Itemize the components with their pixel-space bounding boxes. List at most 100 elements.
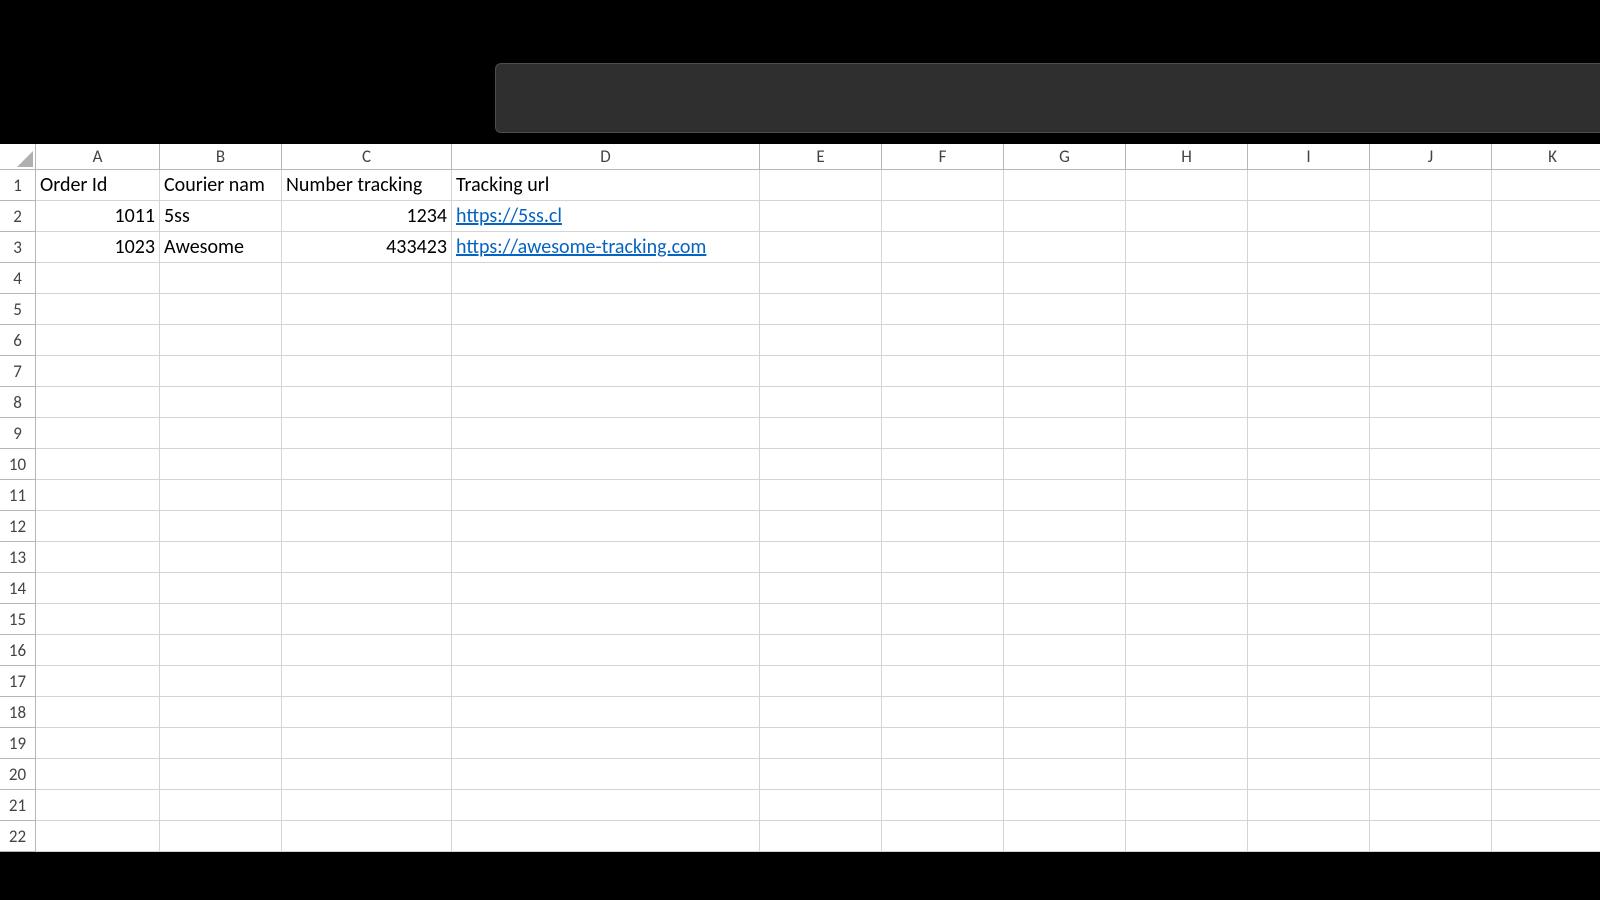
cell-A4[interactable] (36, 263, 160, 294)
cell-G16[interactable] (1004, 635, 1126, 666)
cell-D7[interactable] (452, 356, 760, 387)
cell-H19[interactable] (1126, 728, 1248, 759)
cell-A15[interactable] (36, 604, 160, 635)
cell-K12[interactable] (1492, 511, 1600, 542)
row-header-21[interactable]: 21 (0, 790, 36, 821)
cell-K21[interactable] (1492, 790, 1600, 821)
cell-J18[interactable] (1370, 697, 1492, 728)
cell-C10[interactable] (282, 449, 452, 480)
cell-H11[interactable] (1126, 480, 1248, 511)
cell-J11[interactable] (1370, 480, 1492, 511)
cell-J15[interactable] (1370, 604, 1492, 635)
cell-H10[interactable] (1126, 449, 1248, 480)
cell-F21[interactable] (882, 790, 1004, 821)
cell-I20[interactable] (1248, 759, 1370, 790)
row-header-18[interactable]: 18 (0, 697, 36, 728)
cell-G15[interactable] (1004, 604, 1126, 635)
cell-E4[interactable] (760, 263, 882, 294)
row-header-22[interactable]: 22 (0, 821, 36, 852)
cell-K14[interactable] (1492, 573, 1600, 604)
cell-F22[interactable] (882, 821, 1004, 852)
row-header-16[interactable]: 16 (0, 635, 36, 666)
cell-C4[interactable] (282, 263, 452, 294)
cell-E13[interactable] (760, 542, 882, 573)
cell-K16[interactable] (1492, 635, 1600, 666)
cell-E12[interactable] (760, 511, 882, 542)
cell-I1[interactable] (1248, 170, 1370, 201)
row-header-15[interactable]: 15 (0, 604, 36, 635)
col-header-G[interactable]: G (1004, 144, 1126, 170)
cell-J8[interactable] (1370, 387, 1492, 418)
cell-I14[interactable] (1248, 573, 1370, 604)
cell-H8[interactable] (1126, 387, 1248, 418)
cell-C20[interactable] (282, 759, 452, 790)
cell-C8[interactable] (282, 387, 452, 418)
col-header-A[interactable]: A (36, 144, 160, 170)
cell-K19[interactable] (1492, 728, 1600, 759)
row-header-10[interactable]: 10 (0, 449, 36, 480)
cell-H17[interactable] (1126, 666, 1248, 697)
cell-I22[interactable] (1248, 821, 1370, 852)
cell-F10[interactable] (882, 449, 1004, 480)
cell-F4[interactable] (882, 263, 1004, 294)
col-header-I[interactable]: I (1248, 144, 1370, 170)
cell-C11[interactable] (282, 480, 452, 511)
cell-I7[interactable] (1248, 356, 1370, 387)
cell-H4[interactable] (1126, 263, 1248, 294)
col-header-C[interactable]: C (282, 144, 452, 170)
cell-C9[interactable] (282, 418, 452, 449)
row-header-8[interactable]: 8 (0, 387, 36, 418)
cell-I12[interactable] (1248, 511, 1370, 542)
cell-G9[interactable] (1004, 418, 1126, 449)
cell-A16[interactable] (36, 635, 160, 666)
cell-H13[interactable] (1126, 542, 1248, 573)
cell-I4[interactable] (1248, 263, 1370, 294)
row-header-3[interactable]: 3 (0, 232, 36, 263)
cell-D10[interactable] (452, 449, 760, 480)
cell-C22[interactable] (282, 821, 452, 852)
cell-I6[interactable] (1248, 325, 1370, 356)
cell-F17[interactable] (882, 666, 1004, 697)
cell-F14[interactable] (882, 573, 1004, 604)
cell-G6[interactable] (1004, 325, 1126, 356)
cell-K20[interactable] (1492, 759, 1600, 790)
col-header-F[interactable]: F (882, 144, 1004, 170)
cell-A11[interactable] (36, 480, 160, 511)
cell-D4[interactable] (452, 263, 760, 294)
cell-C18[interactable] (282, 697, 452, 728)
cell-H12[interactable] (1126, 511, 1248, 542)
cell-J4[interactable] (1370, 263, 1492, 294)
cell-D2[interactable]: https://5ss.cl (452, 201, 760, 232)
cell-D15[interactable] (452, 604, 760, 635)
cell-A6[interactable] (36, 325, 160, 356)
cell-F16[interactable] (882, 635, 1004, 666)
cell-E10[interactable] (760, 449, 882, 480)
cell-A5[interactable] (36, 294, 160, 325)
cell-J14[interactable] (1370, 573, 1492, 604)
cell-J16[interactable] (1370, 635, 1492, 666)
cell-D5[interactable] (452, 294, 760, 325)
cell-H18[interactable] (1126, 697, 1248, 728)
cell-K5[interactable] (1492, 294, 1600, 325)
cell-G19[interactable] (1004, 728, 1126, 759)
cell-H3[interactable] (1126, 232, 1248, 263)
cell-H5[interactable] (1126, 294, 1248, 325)
cell-F11[interactable] (882, 480, 1004, 511)
cell-B16[interactable] (160, 635, 282, 666)
row-header-6[interactable]: 6 (0, 325, 36, 356)
cell-G8[interactable] (1004, 387, 1126, 418)
cell-I15[interactable] (1248, 604, 1370, 635)
cell-F3[interactable] (882, 232, 1004, 263)
cell-B21[interactable] (160, 790, 282, 821)
cell-K15[interactable] (1492, 604, 1600, 635)
cell-J6[interactable] (1370, 325, 1492, 356)
cell-A22[interactable] (36, 821, 160, 852)
cell-E14[interactable] (760, 573, 882, 604)
cell-A20[interactable] (36, 759, 160, 790)
cell-E16[interactable] (760, 635, 882, 666)
cell-C19[interactable] (282, 728, 452, 759)
cell-C21[interactable] (282, 790, 452, 821)
cell-D1[interactable]: Tracking url (452, 170, 760, 201)
cell-K10[interactable] (1492, 449, 1600, 480)
cell-I3[interactable] (1248, 232, 1370, 263)
